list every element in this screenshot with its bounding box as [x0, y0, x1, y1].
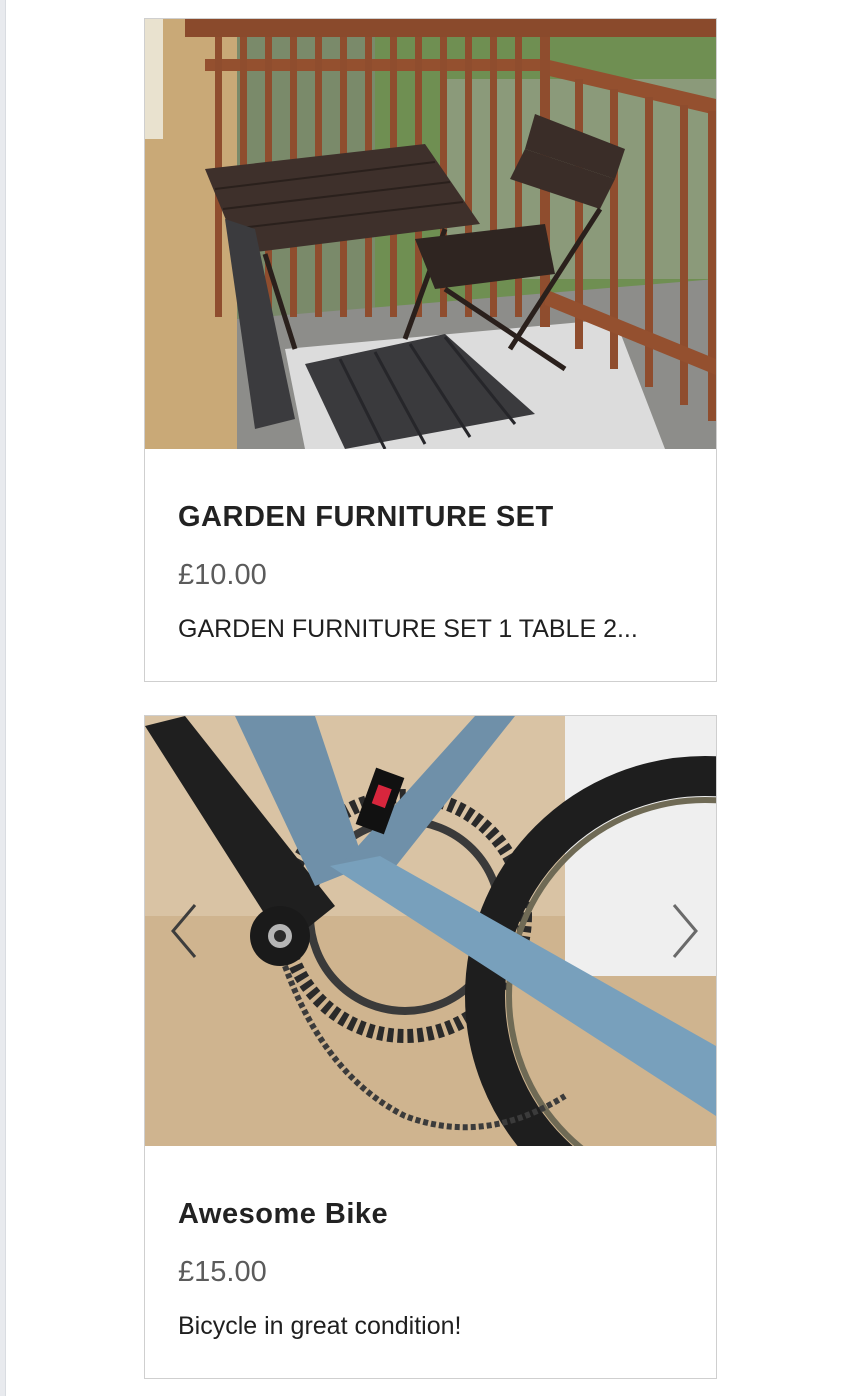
listing-photo[interactable]	[145, 19, 716, 449]
listing-price: £15.00	[178, 1256, 267, 1288]
listing-description: Bicycle in great condition!	[178, 1312, 462, 1340]
listing-card-awesome-bike[interactable]: Awesome Bike £15.00 Bicycle in great con…	[144, 715, 717, 1379]
page-left-edge	[0, 0, 6, 1396]
bicycle-image	[145, 716, 716, 1146]
listing-description: GARDEN FURNITURE SET 1 TABLE 2...	[178, 615, 638, 643]
listing-title[interactable]: GARDEN FURNITURE SET	[178, 501, 554, 534]
balcony-furniture-image	[145, 19, 716, 449]
carousel-next-button[interactable]	[660, 901, 704, 961]
listing-title[interactable]: Awesome Bike	[178, 1198, 388, 1231]
listing-card-garden-furniture[interactable]: GARDEN FURNITURE SET £10.00 GARDEN FURNI…	[144, 18, 717, 682]
chevron-right-icon	[672, 904, 698, 958]
chevron-left-icon	[171, 904, 197, 958]
carousel-prev-button[interactable]	[165, 901, 209, 961]
listing-photo-carousel[interactable]	[145, 716, 716, 1146]
listing-price: £10.00	[178, 559, 267, 591]
